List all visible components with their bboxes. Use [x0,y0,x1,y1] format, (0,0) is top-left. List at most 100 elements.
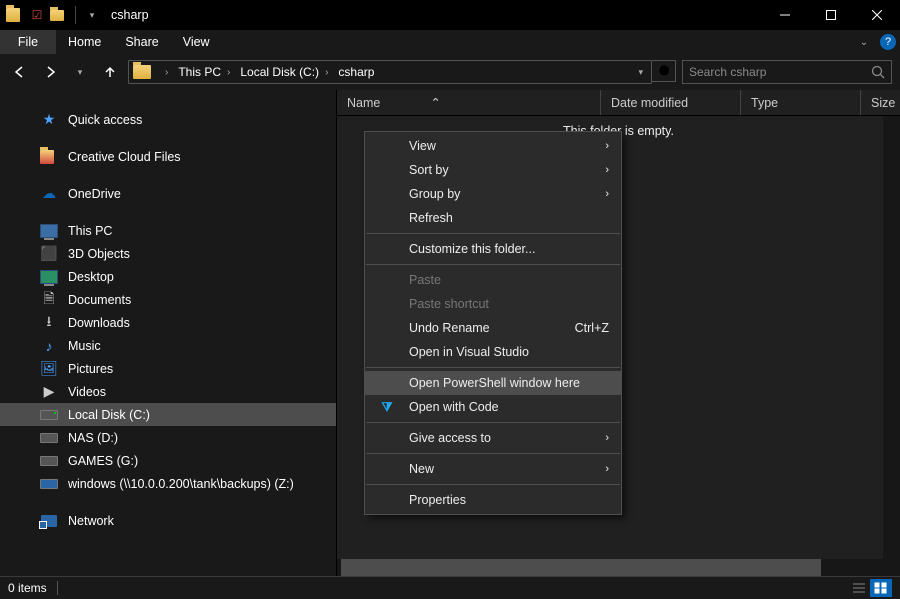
drive-icon [40,452,58,470]
sidebar-item-onedrive[interactable]: ☁OneDrive [0,182,336,205]
qa-customize-icon[interactable]: ▾ [83,6,101,24]
menu-separator [366,453,620,454]
context-menu: View› Sort by› Group by› Refresh Customi… [364,131,622,515]
address-row: ▾ › This PC› Local Disk (C:)› csharp ▾ S… [0,54,900,90]
sidebar-item-desktop[interactable]: Desktop [0,265,336,288]
help-icon[interactable]: ? [876,30,900,54]
crumb-csharp[interactable]: csharp [338,65,374,79]
menu-open-visualstudio[interactable]: Open in Visual Studio [365,340,621,364]
back-button[interactable] [8,60,32,84]
sidebar-item-games[interactable]: GAMES (G:) [0,449,336,472]
chevron-right-icon: › [605,164,609,176]
menu-refresh[interactable]: Refresh [365,206,621,230]
sidebar-item-documents[interactable]: 🗎Documents [0,288,336,311]
sidebar-item-videos[interactable]: ▶Videos [0,380,336,403]
sort-asc-icon: ⌃ [430,95,440,110]
address-bar[interactable]: › This PC› Local Disk (C:)› csharp ▾ [128,60,652,84]
sidebar-item-network[interactable]: Network [0,509,336,532]
sidebar-item-thispc[interactable]: This PC [0,219,336,242]
music-icon: ♪ [40,337,58,355]
menu-view[interactable]: View› [365,134,621,158]
chevron-right-icon: › [605,140,609,152]
chevron-right-icon: › [605,188,609,200]
vscode-icon: ⧩ [379,399,395,415]
menu-paste-shortcut: Paste shortcut [365,292,621,316]
sidebar-item-3dobjects[interactable]: ⬛3D Objects [0,242,336,265]
up-button[interactable] [98,60,122,84]
search-placeholder: Search csharp [689,65,871,79]
menu-customize[interactable]: Customize this folder... [365,237,621,261]
sidebar-item-localdisk[interactable]: Local Disk (C:) [0,403,336,426]
column-headers: Name⌃ Date modified Type Size [337,90,900,116]
menu-open-code[interactable]: ⧩Open with Code [365,395,621,419]
sidebar-item-creativecloud[interactable]: Creative Cloud Files [0,145,336,168]
search-icon [871,65,885,79]
column-size[interactable]: Size [860,90,900,115]
documents-icon: 🗎 [40,291,58,309]
tab-home[interactable]: Home [56,30,113,54]
view-icons-button[interactable] [870,579,892,597]
sidebar-item-quickaccess[interactable]: ★Quick access [0,108,336,131]
qa-newfolder-icon[interactable] [50,6,68,24]
tab-share[interactable]: Share [113,30,170,54]
qa-properties-icon[interactable]: ☑ [28,6,46,24]
scrollbar-thumb[interactable] [341,559,821,576]
star-icon: ★ [40,111,58,129]
menu-sort[interactable]: Sort by› [365,158,621,182]
cloud-icon: ☁ [40,185,58,203]
close-button[interactable] [854,0,900,30]
address-dropdown-icon[interactable]: ▾ [634,67,647,78]
menu-new[interactable]: New› [365,457,621,481]
search-input[interactable]: Search csharp [682,60,892,84]
network-icon [40,512,58,530]
menu-separator [366,367,620,368]
path-folder-icon [133,65,151,79]
horizontal-scrollbar[interactable] [337,559,900,576]
file-tab[interactable]: File [0,30,56,54]
menu-properties[interactable]: Properties [365,488,621,512]
refresh-button[interactable] [652,60,676,82]
objects-icon: ⬛ [40,245,58,263]
netdrive-icon [40,475,58,493]
desktop-icon [40,268,58,286]
navigation-pane: ★Quick access Creative Cloud Files ☁OneD… [0,90,336,576]
chevron-right-icon: › [605,432,609,444]
column-name[interactable]: Name⌃ [337,90,600,115]
maximize-button[interactable] [808,0,854,30]
sidebar-item-backups[interactable]: windows (\\10.0.0.200\tank\backups) (Z:) [0,472,336,495]
menu-give-access[interactable]: Give access to› [365,426,621,450]
crumb-local[interactable]: Local Disk (C:)› [240,65,334,79]
drive-icon [40,406,58,424]
sidebar-item-downloads[interactable]: ⭳Downloads [0,311,336,334]
title-bar: ☑ ▾ csharp [0,0,900,30]
window-title: csharp [107,8,149,22]
vertical-scrollbar[interactable] [883,116,900,559]
crumb-thispc[interactable]: This PC› [178,65,236,79]
menu-group[interactable]: Group by› [365,182,621,206]
minimize-button[interactable] [762,0,808,30]
ribbon-collapse-icon[interactable]: ⌄ [852,30,876,54]
pictures-icon: 🖼 [40,360,58,378]
menu-undo[interactable]: Undo RenameCtrl+Z [365,316,621,340]
recent-locations-icon[interactable]: ▾ [68,60,92,84]
column-type[interactable]: Type [740,90,860,115]
sidebar-item-nas[interactable]: NAS (D:) [0,426,336,449]
view-details-button[interactable] [848,579,870,597]
column-date[interactable]: Date modified [600,90,740,115]
drive-icon [40,429,58,447]
chevron-right-icon: › [605,463,609,475]
cc-icon [40,148,58,166]
pc-icon [40,222,58,240]
sidebar-item-music[interactable]: ♪Music [0,334,336,357]
menu-separator [366,484,620,485]
menu-separator [366,233,620,234]
forward-button[interactable] [38,60,62,84]
menu-separator [366,264,620,265]
menu-paste: Paste [365,268,621,292]
tab-view[interactable]: View [171,30,222,54]
menu-open-powershell[interactable]: Open PowerShell window here [365,371,621,395]
menu-separator [366,422,620,423]
sidebar-item-pictures[interactable]: 🖼Pictures [0,357,336,380]
folder-icon [6,6,24,24]
status-item-count: 0 items [8,581,47,595]
